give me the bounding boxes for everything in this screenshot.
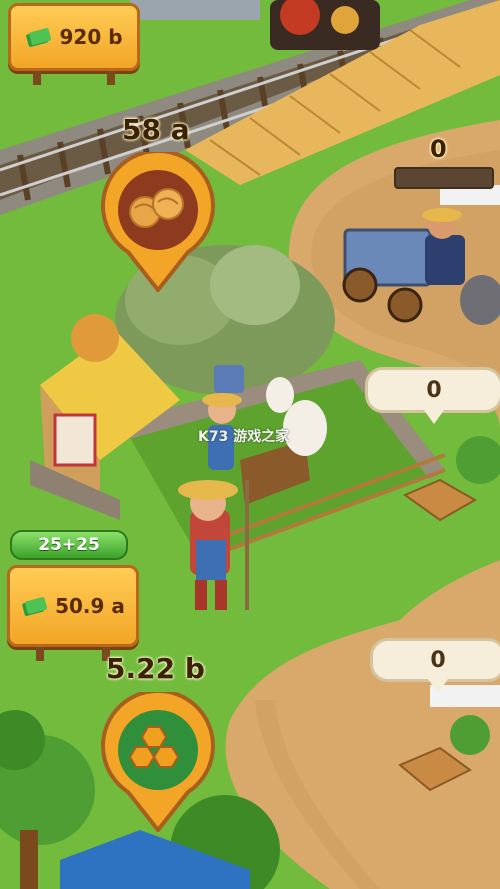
train-cart-progress — [394, 167, 494, 189]
cash-stack-icon — [26, 28, 52, 47]
honey-collect-button[interactable] — [98, 692, 218, 832]
delivery-bubble-upper[interactable]: 0 — [365, 367, 500, 424]
watermark: K73 游戏之家 — [198, 429, 290, 445]
train-cart-count: 0 — [430, 135, 447, 163]
upgrade-badge[interactable]: 25+25 — [10, 530, 128, 560]
delivery-bubble-lower[interactable]: 0 — [370, 638, 500, 693]
cash-stack-icon — [22, 597, 48, 616]
farm-income-value: 50.9 a — [55, 594, 125, 618]
honey-amount: 5.22 b — [106, 652, 205, 685]
delivery-bubble-value: 0 — [426, 377, 442, 403]
wool-amount: 58 a — [122, 113, 190, 146]
wool-collect-button[interactable] — [98, 152, 218, 292]
farm-income-sign[interactable]: 50.9 a — [7, 565, 139, 661]
cash-total-value: 920 b — [59, 25, 123, 49]
delivery-bubble-value: 0 — [430, 647, 446, 673]
cash-total-sign[interactable]: 920 b — [8, 3, 140, 85]
